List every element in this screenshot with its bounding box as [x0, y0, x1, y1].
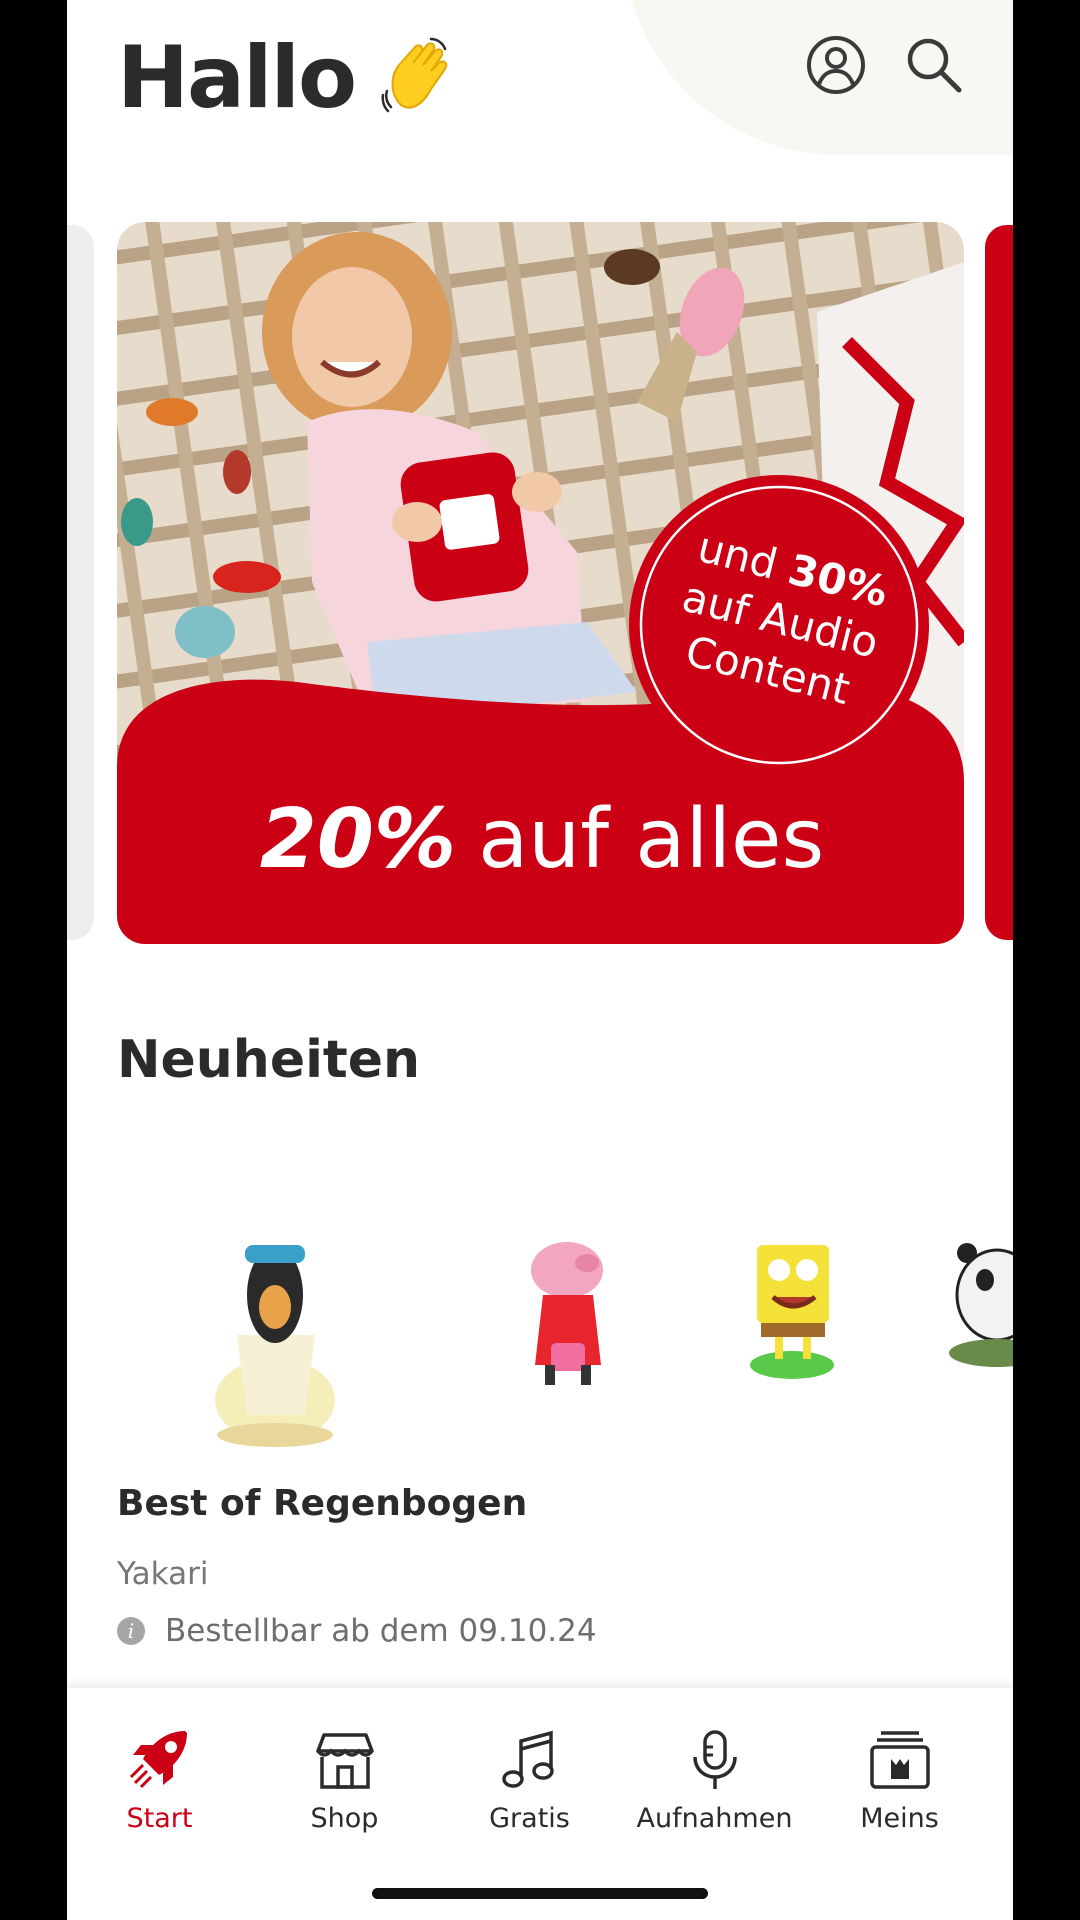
promo-banner[interactable]: und 30% auf Audio Content 20% auf alles [117, 222, 964, 944]
tab-shop[interactable]: Shop [252, 1688, 437, 1834]
tab-start[interactable]: Start [67, 1688, 252, 1834]
tab-label: Aufnahmen [636, 1803, 793, 1834]
tab-gratis[interactable]: Gratis [437, 1688, 622, 1834]
music-note-icon [437, 1723, 622, 1791]
product-subtitle: Yakari [117, 1556, 209, 1592]
top-actions [805, 34, 965, 96]
rocket-icon [67, 1723, 252, 1791]
microphone-icon [622, 1723, 807, 1791]
product-figure-yakari[interactable] [215, 1245, 335, 1447]
section-title-neuheiten: Neuheiten [117, 1030, 421, 1090]
tab-aufnahmen[interactable]: Aufnahmen [622, 1688, 807, 1834]
tab-label: Meins [860, 1803, 939, 1834]
product-title[interactable]: Best of Regenbogen [117, 1483, 527, 1524]
availability-text: Bestellbar ab dem 09.10.24 [165, 1613, 597, 1649]
search-icon[interactable] [903, 34, 965, 96]
availability-note: i Bestellbar ab dem 09.10.24 [117, 1613, 597, 1649]
product-figure-peppa[interactable] [531, 1242, 603, 1385]
banner-headline: 20% auf alles [260, 792, 824, 887]
waving-hand-icon [381, 35, 457, 121]
app-screen: Hallo und 30% auf Audio Content 20% auf … [67, 0, 1013, 1920]
tab-label: Start [126, 1803, 193, 1834]
home-indicator[interactable] [372, 1888, 708, 1899]
product-figure-panda[interactable] [949, 1243, 1013, 1367]
product-carousel[interactable] [67, 1225, 1013, 1465]
tab-label: Shop [310, 1803, 379, 1834]
greeting: Hallo [117, 28, 457, 128]
profile-icon[interactable] [805, 34, 867, 96]
carousel-next-card[interactable] [985, 225, 1013, 940]
info-icon: i [117, 1617, 145, 1645]
store-icon [252, 1723, 437, 1791]
box-icon [807, 1723, 992, 1791]
tab-label: Gratis [489, 1803, 570, 1834]
bottom-tab-bar: Start Shop Gratis Aufnahmen Meins [67, 1687, 1013, 1920]
product-figure-spongebob[interactable] [750, 1245, 834, 1379]
tab-meins[interactable]: Meins [807, 1688, 992, 1834]
greeting-title: Hallo [117, 28, 357, 128]
carousel-prev-card[interactable] [67, 225, 94, 940]
